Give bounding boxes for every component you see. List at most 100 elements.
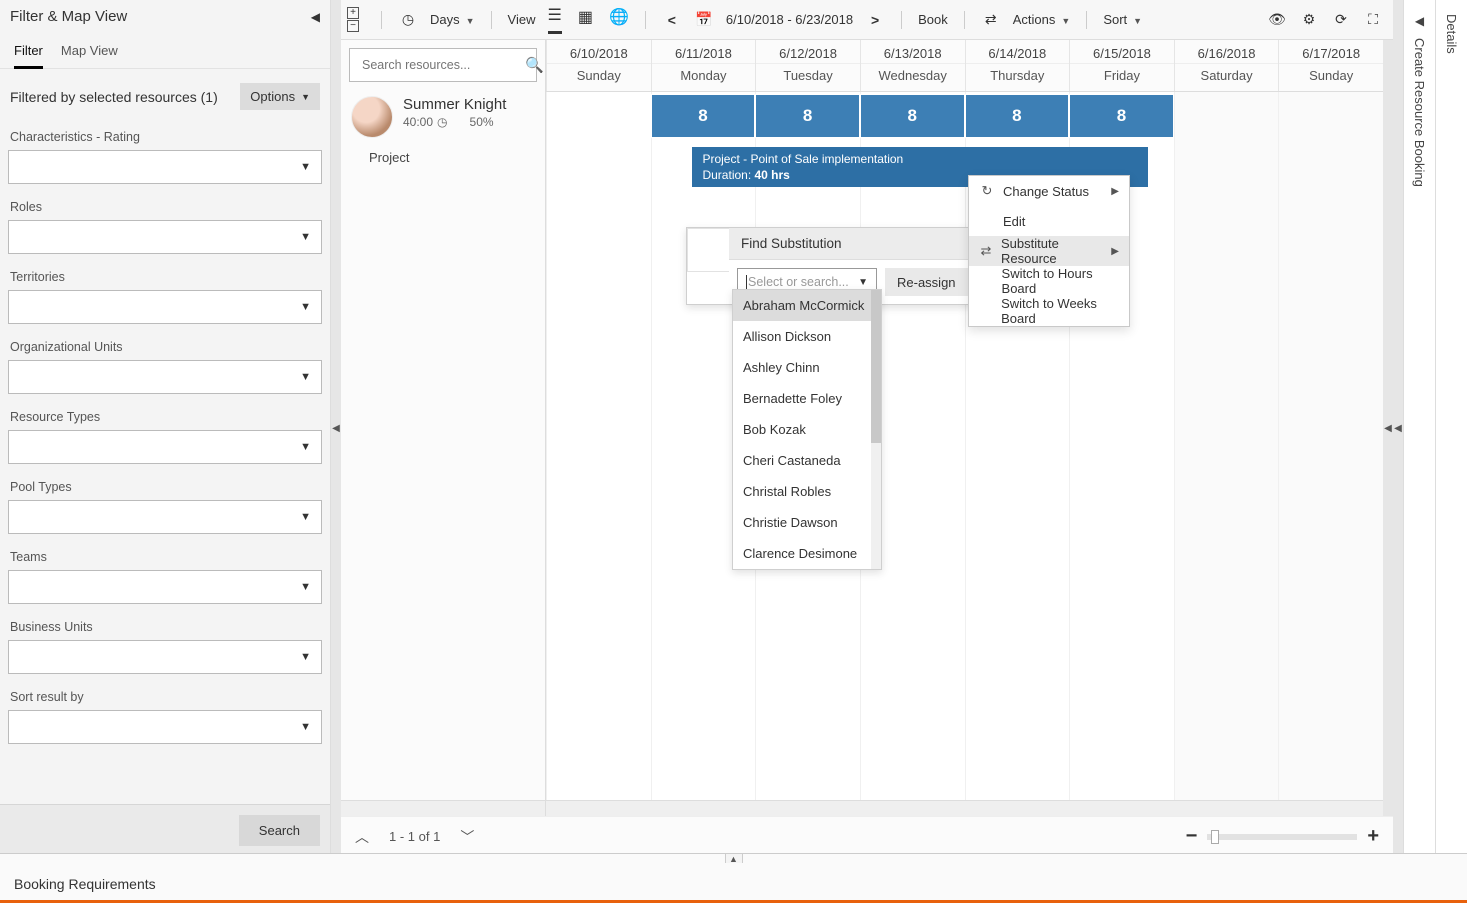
options-button[interactable]: Options▼ (240, 83, 320, 110)
resource-project-row[interactable]: Project (341, 144, 545, 171)
label-pool-types: Pool Types (10, 480, 320, 494)
select-business-units[interactable]: ▼ (8, 640, 322, 674)
tab-map-view[interactable]: Map View (61, 39, 118, 68)
left-splitter[interactable]: ◀ (331, 0, 341, 856)
search-button[interactable]: Search (239, 815, 320, 846)
substitution-dropdown: Abraham McCormickAllison DicksonAshley C… (732, 289, 882, 570)
select-territories[interactable]: ▼ (8, 290, 322, 324)
right-splitter-outer[interactable]: ◀ (1393, 0, 1403, 856)
allocation-cell[interactable]: 8 (965, 94, 1070, 138)
view-label: View (508, 12, 536, 27)
actions-dropdown[interactable]: Actions (1013, 12, 1071, 27)
date-range[interactable]: 6/10/2018 - 6/23/2018 (726, 12, 853, 27)
chevron-down-icon: ▼ (300, 441, 311, 453)
substitution-option[interactable]: Bernadette Foley (733, 383, 881, 414)
ctx-change-status[interactable]: ↻Change Status▶ (969, 176, 1129, 206)
swap-icon: ⇄ (979, 243, 993, 259)
view-globe-icon[interactable]: 🌐 (609, 7, 629, 33)
col-date: 6/15/2018 (1070, 40, 1174, 63)
label-business-units: Business Units (10, 620, 320, 634)
booking-requirements-label[interactable]: Booking Requirements (0, 868, 170, 900)
search-icon[interactable]: 🔍 (525, 56, 544, 74)
context-menu: ↻Change Status▶ Edit ⇄Substitute Resourc… (968, 175, 1130, 327)
col-day: Sunday (547, 63, 651, 91)
substitution-option[interactable]: Allison Dickson (733, 321, 881, 352)
prev-icon[interactable]: < (662, 12, 682, 28)
select-org-units[interactable]: ▼ (8, 360, 322, 394)
resource-search-input[interactable] (360, 57, 525, 73)
ctx-edit[interactable]: Edit (969, 206, 1129, 236)
allocation-cell[interactable]: 8 (755, 94, 860, 138)
timeline-hscroll[interactable] (546, 800, 1383, 816)
chevron-down-icon: ▼ (300, 231, 311, 243)
col-date: 6/13/2018 (861, 40, 965, 63)
left-panel-title: Filter & Map View (10, 8, 127, 25)
select-characteristics[interactable]: ▼ (8, 150, 322, 184)
allocation-cell[interactable]: 8 (651, 94, 756, 138)
col-day: Saturday (1175, 63, 1279, 91)
select-teams[interactable]: ▼ (8, 570, 322, 604)
select-pool-types[interactable]: ▼ (8, 500, 322, 534)
eye-icon[interactable]: 👁 (1267, 11, 1287, 28)
chevron-right-icon: ▶ (1111, 246, 1119, 257)
label-teams: Teams (10, 550, 320, 564)
project-bar-title: Project - Point of Sale implementation (702, 152, 1137, 166)
ctx-hours-board[interactable]: Switch to Hours Board (969, 266, 1129, 296)
allocation-cell[interactable]: 8 (860, 94, 965, 138)
collapse-all-icon[interactable]: − (347, 20, 359, 32)
sort-dropdown[interactable]: Sort (1103, 12, 1142, 27)
details-rail[interactable]: Details (1444, 8, 1459, 60)
resource-hscroll[interactable] (341, 800, 545, 816)
col-day: Monday (652, 63, 756, 91)
substitution-option[interactable]: Ashley Chinn (733, 352, 881, 383)
zoom-slider[interactable] (1207, 834, 1357, 840)
fullscreen-icon[interactable]: ⛶ (1363, 11, 1383, 28)
col-date: 6/11/2018 (652, 40, 756, 63)
col-date: 6/17/2018 (1279, 40, 1383, 63)
select-sort-result[interactable]: ▼ (8, 710, 322, 744)
days-dropdown[interactable]: Days (430, 12, 475, 27)
expand-all-icon[interactable]: + (347, 7, 359, 19)
left-panel-collapse-icon[interactable]: ◀ (311, 10, 320, 24)
substitution-option[interactable]: Cheri Castaneda (733, 445, 881, 476)
bottom-expand-handle[interactable]: ▲ (725, 853, 743, 863)
dropdown-scrollbar[interactable] (871, 290, 881, 569)
gear-icon[interactable]: ⚙ (1299, 11, 1319, 28)
swap-icon: ⇄ (981, 11, 1001, 28)
substitution-option[interactable]: Christal Robles (733, 476, 881, 507)
substitution-option[interactable]: Bob Kozak (733, 414, 881, 445)
substitution-option[interactable]: Christie Dawson (733, 507, 881, 538)
next-icon[interactable]: > (865, 12, 885, 28)
view-grid-icon[interactable]: ▦ (578, 7, 593, 33)
reassign-button[interactable]: Re-assign (885, 268, 968, 296)
select-resource-types[interactable]: ▼ (8, 430, 322, 464)
substitution-option[interactable]: Abraham McCormick (733, 290, 881, 321)
ctx-substitute[interactable]: ⇄Substitute Resource▶ (969, 236, 1129, 266)
substitution-option[interactable]: Clarence Desimone (733, 538, 881, 569)
tab-filter[interactable]: Filter (14, 39, 43, 69)
create-booking-rail[interactable]: Create Resource Booking (1412, 32, 1427, 193)
book-button[interactable]: Book (918, 12, 948, 27)
pager-up-icon[interactable]: ︿ (355, 827, 369, 847)
refresh-icon[interactable]: ⟳ (1331, 11, 1351, 28)
col-date: 6/10/2018 (547, 40, 651, 63)
resource-row[interactable]: Summer Knight 40:00 ◷ 50% (341, 90, 545, 144)
label-characteristics: Characteristics - Rating (10, 130, 320, 144)
calendar-icon[interactable]: 📅 (694, 11, 714, 28)
view-list-icon[interactable]: ☰ (548, 5, 562, 34)
zoom-in-icon[interactable]: + (1367, 825, 1379, 848)
col-day: Tuesday (756, 63, 860, 91)
select-roles[interactable]: ▼ (8, 220, 322, 254)
right-splitter-inner[interactable]: ◀ (1383, 40, 1393, 816)
chevron-right-icon: ▶ (1111, 186, 1119, 197)
chevron-down-icon: ▼ (300, 301, 311, 313)
zoom-out-icon[interactable]: − (1186, 825, 1198, 848)
pager-down-icon[interactable]: ﹀ (460, 827, 474, 847)
resource-search[interactable]: 🔍 (349, 48, 537, 82)
allocation-cell[interactable]: 8 (1069, 94, 1174, 138)
ctx-weeks-board[interactable]: Switch to Weeks Board (969, 296, 1129, 326)
chevron-down-icon: ▼ (300, 511, 311, 523)
col-date: 6/14/2018 (966, 40, 1070, 63)
collapse-arrow-icon[interactable]: ◀ (1415, 14, 1424, 28)
project-bar-duration-label: Duration: (702, 168, 754, 182)
